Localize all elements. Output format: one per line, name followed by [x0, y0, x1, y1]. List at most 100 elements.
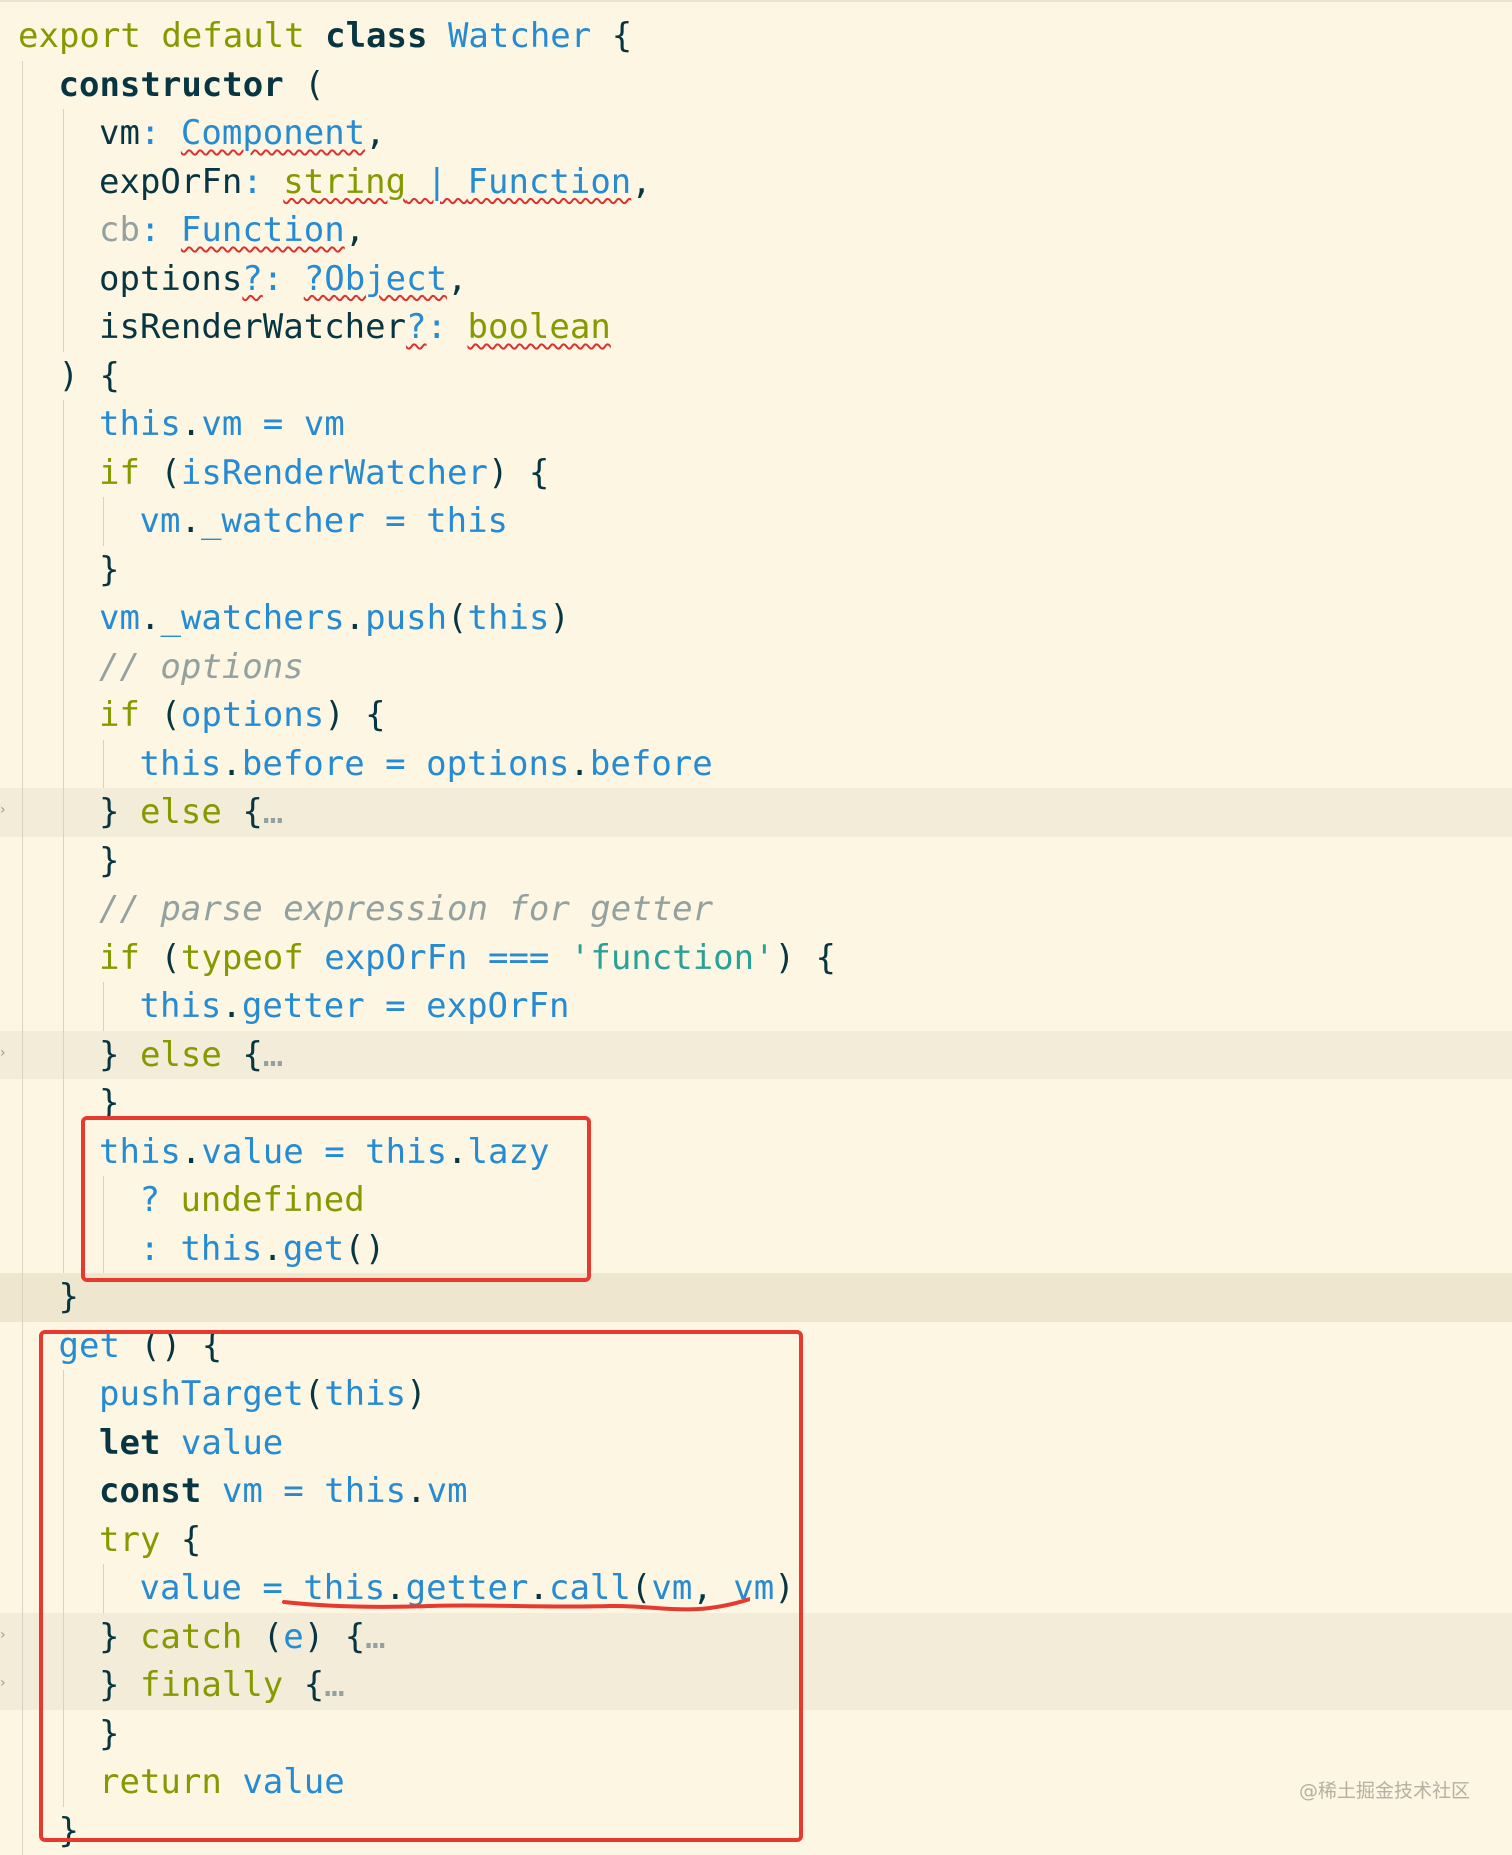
code-line[interactable]: ? undefined: [0, 1176, 1512, 1225]
code-token: vm: [733, 1568, 775, 1608]
code-line[interactable]: this.value = this.lazy: [0, 1128, 1512, 1177]
code-token: .: [385, 1568, 406, 1608]
code-line[interactable]: let value: [0, 1419, 1512, 1468]
code-line[interactable]: }: [0, 1807, 1512, 1855]
code-token: call: [548, 1568, 631, 1608]
code-text: ? undefined: [140, 1176, 365, 1225]
code-token: ): [406, 1374, 427, 1414]
code-token: =: [303, 1131, 366, 1172]
code-token: pushTarget: [99, 1374, 304, 1414]
code-line[interactable]: export default class Watcher {: [0, 12, 1512, 61]
code-token: :: [426, 307, 448, 347]
fold-arrow-icon[interactable]: ›: [0, 803, 6, 817]
code-token: default: [161, 16, 305, 56]
code-line[interactable]: ›} catch (e) {…: [0, 1612, 1512, 1661]
code-token: ,: [692, 1568, 734, 1608]
code-token: if: [99, 937, 140, 978]
code-token: lazy: [467, 1131, 550, 1172]
code-line[interactable]: get () {: [0, 1322, 1512, 1371]
code-text: isRenderWatcher?: boolean: [99, 303, 611, 352]
code-line[interactable]: vm._watchers.push(this): [0, 594, 1512, 643]
fold-arrow-icon[interactable]: ›: [0, 1046, 6, 1060]
code-line[interactable]: if (typeof expOrFn === 'function') {: [0, 934, 1512, 983]
code-line[interactable]: // parse expression for getter: [0, 885, 1512, 934]
code-token: .: [406, 1471, 427, 1511]
code-text: get () {: [59, 1322, 223, 1371]
code-line[interactable]: options?: ?Object,: [0, 255, 1512, 304]
code-token: …: [365, 1616, 386, 1657]
code-token: {: [591, 16, 633, 56]
code-line[interactable]: ) {: [0, 352, 1512, 401]
code-token: =: [364, 743, 427, 784]
code-token: vm: [99, 598, 140, 638]
code-line[interactable]: pushTarget(this): [0, 1370, 1512, 1419]
code-line[interactable]: this.getter = expOrFn: [0, 982, 1512, 1031]
code-line[interactable]: }: [0, 1079, 1512, 1128]
code-token: (: [303, 1374, 325, 1414]
code-token: catch: [139, 1616, 243, 1657]
fold-arrow-icon[interactable]: ›: [0, 1628, 6, 1642]
code-token: ?: [242, 258, 263, 299]
code-token: …: [262, 792, 284, 832]
code-token: .: [180, 501, 201, 541]
code-comment: // options: [99, 646, 304, 687]
code-line[interactable]: const vm = this.vm: [0, 1467, 1512, 1516]
code-token: (: [242, 1616, 284, 1657]
code-token: :: [139, 113, 161, 153]
code-token: options: [426, 743, 570, 784]
code-line[interactable]: cb: Function,: [0, 206, 1512, 255]
code-line[interactable]: if (isRenderWatcher) {: [0, 449, 1512, 498]
code-text: return value: [99, 1758, 345, 1807]
code-line[interactable]: value = this.getter.call(vm, vm): [0, 1564, 1512, 1613]
code-line[interactable]: isRenderWatcher?: boolean: [0, 303, 1512, 352]
code-editor[interactable]: export default class Watcher {constructo…: [0, 0, 1512, 1855]
code-token: ?Object: [303, 258, 448, 299]
code-token: }: [58, 1277, 79, 1317]
code-token: else: [139, 1034, 222, 1075]
code-text: if (typeof expOrFn === 'function') {: [99, 934, 836, 983]
code-token: ) {: [487, 452, 550, 493]
code-text: } else {…: [99, 1031, 283, 1080]
code-token: expOrFn: [324, 937, 468, 978]
code-token: Function: [467, 161, 632, 202]
code-line[interactable]: expOrFn: string | Function,: [0, 158, 1512, 207]
code-text: let value: [99, 1419, 283, 1468]
code-token: Function: [180, 210, 345, 250]
code-line[interactable]: ›} finally {…: [0, 1661, 1512, 1710]
code-token: {: [283, 1665, 325, 1705]
code-token: this: [99, 404, 181, 444]
code-line[interactable]: › } else {…: [0, 1030, 1512, 1080]
code-line[interactable]: }: [0, 837, 1512, 886]
code-token: boolean: [467, 307, 611, 347]
code-line[interactable]: constructor (: [0, 61, 1512, 110]
fold-arrow-icon[interactable]: ›: [0, 1676, 6, 1690]
code-token: class: [325, 16, 428, 56]
code-line[interactable]: return value: [0, 1758, 1512, 1807]
code-token: if: [99, 695, 140, 735]
code-line[interactable]: if (options) {: [0, 691, 1512, 740]
code-line[interactable]: this.before = options.before: [0, 740, 1512, 789]
indent-guide: [62, 1370, 64, 1807]
code-token: ) {: [303, 1616, 366, 1657]
code-line[interactable]: // options: [0, 643, 1512, 692]
code-token: ): [549, 598, 570, 638]
code-line[interactable]: }: [0, 1273, 1512, 1322]
code-line[interactable]: vm: Component,: [0, 109, 1512, 158]
code-line[interactable]: ›} else {…: [0, 788, 1512, 837]
code-line[interactable]: this.vm = vm: [0, 400, 1512, 449]
code-text: }: [59, 1807, 79, 1855]
code-line[interactable]: : this.get(): [0, 1225, 1512, 1274]
code-line[interactable]: }: [0, 1710, 1512, 1759]
code-line[interactable]: try {: [0, 1516, 1512, 1565]
code-text: // parse expression for getter: [99, 885, 713, 934]
code-token: 'function': [569, 937, 775, 978]
code-line[interactable]: }: [0, 546, 1512, 595]
code-token: (: [447, 598, 468, 638]
code-token: }: [99, 1616, 140, 1657]
code-token: ,: [631, 161, 652, 202]
code-line[interactable]: vm._watcher = this: [0, 497, 1512, 546]
code-token: before: [589, 743, 713, 784]
